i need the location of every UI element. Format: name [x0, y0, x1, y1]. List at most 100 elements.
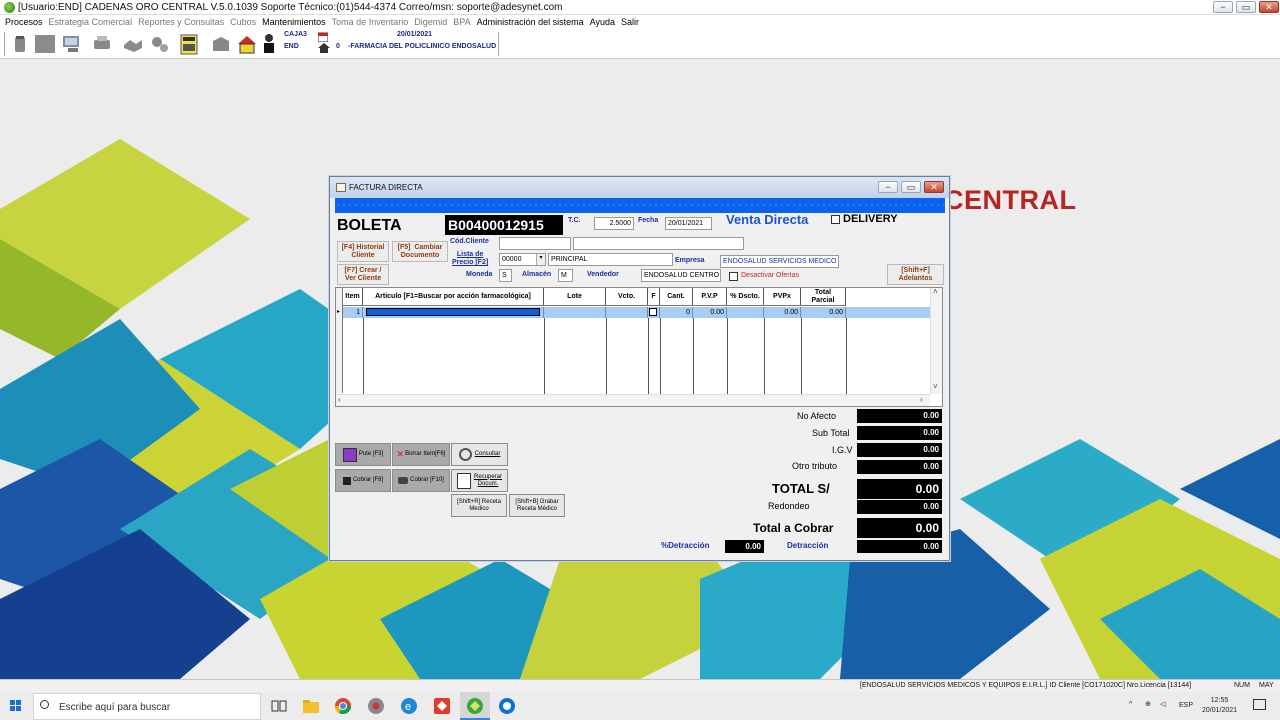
cliente-nombre-field[interactable]: [573, 237, 744, 250]
menu-ayuda[interactable]: Ayuda: [590, 17, 615, 27]
menu-administracion[interactable]: Administración del sistema: [477, 17, 584, 27]
show-hidden-icons-icon[interactable]: ^: [1129, 700, 1132, 710]
dialog-minimize-button[interactable]: −: [878, 181, 898, 193]
package-icon[interactable]: [210, 33, 232, 55]
file-explorer-icon[interactable]: [302, 697, 320, 715]
handshake-icon[interactable]: [122, 33, 144, 55]
vertical-scrollbar[interactable]: ˄ ˅: [930, 287, 942, 394]
network-icon[interactable]: ⊕: [1145, 700, 1151, 710]
current-row-arrow-icon: ▸: [337, 309, 341, 315]
lista-precio-link[interactable]: Lista de Precio [F2]: [452, 251, 488, 267]
language-indicator[interactable]: ESP: [1179, 701, 1193, 711]
cell-cant[interactable]: 0: [660, 307, 693, 318]
volume-icon[interactable]: ◁: [1160, 700, 1165, 710]
cell-vcto[interactable]: [606, 307, 648, 318]
cambiar-documento-button[interactable]: [F5] Cambiar Documento: [392, 241, 448, 262]
menu-estrategia-comercial[interactable]: Estrategia Comercial: [49, 17, 133, 27]
desactivar-ofertas-checkbox[interactable]: [729, 272, 738, 281]
cobrar-f10-button[interactable]: Cobrar [F10]: [392, 469, 450, 492]
gift-icon: [342, 447, 357, 462]
clock-date: 20/01/2021: [1202, 707, 1238, 714]
maximize-button[interactable]: ▭: [1236, 1, 1256, 13]
table-row[interactable]: 1 0 0.00 0.00 0.00: [343, 307, 932, 318]
menu-mantenimientos[interactable]: Mantenimientos: [262, 17, 326, 27]
horizontal-scrollbar[interactable]: ‹ ›: [336, 394, 930, 406]
adelantos-button[interactable]: [Shift+F] Adelantos: [887, 264, 944, 285]
borrar-item-button[interactable]: ✕ Borrar Item[F6]: [392, 443, 450, 466]
clock[interactable]: 12:55 20/01/2021: [1202, 696, 1237, 716]
minimize-button[interactable]: −: [1213, 1, 1233, 13]
dialog-close-button[interactable]: ✕: [924, 181, 944, 193]
taskbar-search-box[interactable]: Escribe aquí para buscar: [33, 693, 261, 720]
cell-total[interactable]: 0.00: [801, 307, 846, 318]
fecha-field[interactable]: 20/01/2021: [665, 217, 712, 230]
crear-cliente-button[interactable]: [F7] Crear / Ver Cliente: [337, 264, 389, 285]
recuperar-docum-button[interactable]: Recuperar Docum.: [451, 469, 508, 492]
lista-precio-select[interactable]: 00000 ▾: [499, 253, 546, 266]
moneda-field[interactable]: S: [499, 269, 512, 282]
grabar-receta-button[interactable]: [Shift+B] Grabar Receta Médico: [509, 494, 565, 517]
active-app-tab[interactable]: [460, 692, 490, 720]
empresa-label: Empresa: [675, 257, 705, 264]
f-checkbox[interactable]: [649, 308, 657, 316]
box-icon[interactable]: [34, 33, 56, 55]
scroll-right-icon[interactable]: ›: [920, 395, 923, 404]
scroll-up-icon[interactable]: ˄: [933, 287, 938, 296]
cell-pvpx[interactable]: 0.00: [764, 307, 801, 318]
menu-toma-inventario[interactable]: Toma de Inventario: [332, 17, 409, 27]
cobrar-f8-button[interactable]: Cobrar [F8]: [335, 469, 391, 492]
task-view-icon[interactable]: [270, 697, 288, 715]
menu-cubos[interactable]: Cubos: [230, 17, 256, 27]
chrome-icon[interactable]: [334, 697, 352, 715]
cod-cliente-field[interactable]: [499, 237, 571, 250]
jar-icon[interactable]: [9, 33, 31, 55]
vendedor-field[interactable]: ENDOSALUD CENTRO CLI: [641, 269, 721, 282]
chrome-remote-icon[interactable]: [367, 697, 385, 715]
menu-bpa[interactable]: BPA: [453, 17, 470, 27]
total-cobrar-value: 0.00: [857, 518, 942, 538]
gears-icon[interactable]: [149, 33, 171, 55]
almacen-field[interactable]: M: [558, 269, 573, 282]
menu-salir[interactable]: Salir: [621, 17, 639, 27]
items-grid[interactable]: Item Articulo [F1=Buscar por acción farm…: [335, 287, 943, 407]
consultar-label: Consultar: [474, 451, 501, 457]
calendar-icon: [318, 32, 328, 42]
home-icon[interactable]: [236, 33, 258, 55]
save-disk-icon: [342, 476, 351, 485]
scroll-left-icon[interactable]: ‹: [338, 395, 341, 404]
consultar-button[interactable]: Consultar: [451, 443, 508, 466]
delivery-checkbox[interactable]: [831, 215, 840, 224]
historial-cliente-button[interactable]: [F4] Historial Cliente: [337, 241, 389, 262]
chevron-down-icon[interactable]: ▾: [536, 254, 545, 265]
dialog-maximize-button[interactable]: ▭: [901, 181, 921, 193]
receta-medico-button[interactable]: [Shift+R] Receta Medico: [451, 494, 507, 517]
detraccion-label: Detracción: [787, 541, 829, 550]
cell-pvp[interactable]: 0.00: [693, 307, 727, 318]
printer-icon[interactable]: [91, 33, 113, 55]
notifications-icon[interactable]: [1253, 699, 1266, 710]
tc-field[interactable]: 2.5000: [594, 217, 634, 230]
cell-item[interactable]: 1: [343, 307, 363, 318]
menu-reportes[interactable]: Reportes y Consultas: [138, 17, 224, 27]
teamviewer-icon[interactable]: [498, 697, 516, 715]
scroll-down-icon[interactable]: ˅: [933, 382, 938, 391]
windows-start-icon[interactable]: [10, 700, 22, 712]
cell-f[interactable]: [648, 307, 660, 318]
pute-button[interactable]: Pute [F3]: [335, 443, 391, 466]
cell-filler: [846, 307, 932, 318]
cell-lote[interactable]: [544, 307, 606, 318]
cell-dscto[interactable]: [727, 307, 764, 318]
articulo-input[interactable]: [366, 308, 540, 316]
edge-icon[interactable]: e: [400, 697, 418, 715]
anydesk-icon[interactable]: [433, 697, 451, 715]
magnifier-icon: [458, 448, 472, 461]
empresa-field[interactable]: ENDOSALUD SERVICIOS MEDICO: [720, 255, 839, 268]
close-button[interactable]: ✕: [1259, 1, 1279, 13]
no-afecto-label: No Afecto: [797, 411, 837, 421]
svg-text:e: e: [405, 701, 411, 713]
calculator-icon[interactable]: [178, 33, 200, 55]
cell-articulo[interactable]: [363, 307, 544, 318]
computer-icon[interactable]: [61, 33, 83, 55]
menu-procesos[interactable]: Procesos: [5, 17, 43, 27]
menu-digemid[interactable]: Digemid: [414, 17, 447, 27]
